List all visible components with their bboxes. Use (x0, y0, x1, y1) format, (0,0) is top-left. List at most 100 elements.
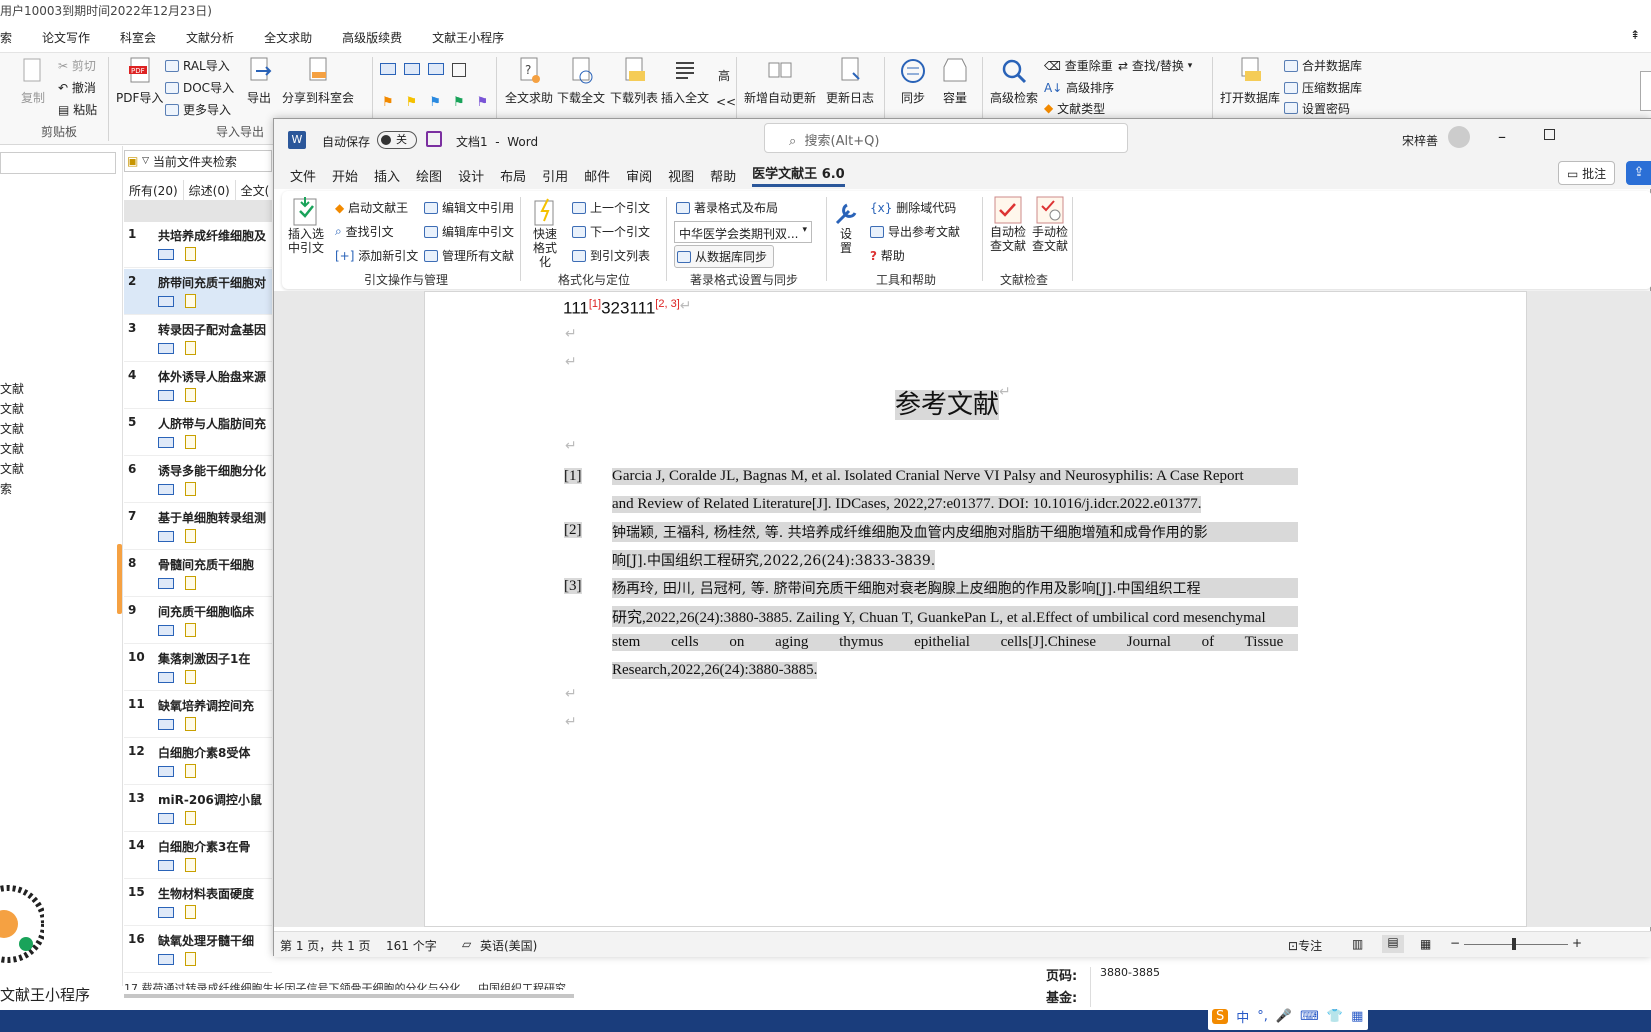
export-button[interactable]: 导出 (244, 57, 274, 106)
list-item[interactable]: 4 体外诱导人胎盘来源 (124, 363, 272, 409)
menu-item[interactable]: 论文写作 (42, 29, 90, 46)
fulltext-help-button[interactable]: ? 全文求助 (505, 57, 553, 106)
document-icon[interactable] (185, 294, 196, 308)
envelope-icon[interactable] (158, 954, 174, 965)
list-item[interactable]: 14 白细胞介素3在骨 (124, 833, 272, 879)
flag-icon[interactable]: ⚑ (382, 95, 394, 110)
envelope-icon[interactable] (404, 63, 420, 75)
manage-all-button[interactable]: 管理所有文献 (424, 247, 514, 264)
tab-medlit[interactable]: 医学文献王 6.0 (752, 163, 845, 187)
list-item[interactable]: 10 集落刺激因子1在 (124, 645, 272, 691)
delete-field-button[interactable]: {x} 删除域代码 (870, 199, 956, 216)
start-wxw-button[interactable]: ◆ 启动文献王 (335, 199, 408, 216)
nav-item[interactable]: 文献 (0, 420, 24, 437)
grid-icon[interactable] (452, 63, 466, 77)
horizontal-scrollbar[interactable] (124, 994, 574, 998)
document-icon[interactable] (185, 952, 196, 966)
envelope-icon[interactable] (158, 578, 174, 589)
download-fulltext-button[interactable]: 下载全文 (557, 57, 605, 106)
settings-button[interactable]: 设置 (834, 199, 858, 255)
flag-icon[interactable]: ⚑ (477, 95, 489, 110)
filter-tab-review[interactable]: 综述(0) (184, 180, 236, 201)
find-replace-button[interactable]: ⇄ 查找/替换 ▾ (1118, 57, 1192, 74)
prev-cite-button[interactable]: 上一个引文 (572, 199, 650, 216)
scroll-indicator[interactable] (117, 544, 122, 614)
download-list-button[interactable]: 下载列表 (610, 57, 658, 106)
list-item[interactable]: 5 人脐带与人脂肪间充 (124, 410, 272, 456)
maximize-button[interactable] (1544, 129, 1555, 140)
zoom-slider-thumb[interactable] (1512, 938, 1516, 950)
auto-update-button[interactable]: 新增自动更新 (744, 57, 816, 106)
punct-icon[interactable]: °, (1257, 1009, 1268, 1024)
filter-tab-fulltext[interactable]: 全文( (236, 180, 276, 201)
nav-item[interactable]: 文献 (0, 400, 24, 417)
document-icon[interactable] (185, 717, 196, 731)
tab-layout[interactable]: 布局 (500, 166, 526, 185)
merge-db-button[interactable]: 合并数据库 (1284, 57, 1362, 74)
share-dept-button[interactable]: 分享到科室会 (282, 57, 354, 106)
nav-item[interactable]: 文献 (0, 460, 24, 477)
menu-item[interactable]: 全文求助 (264, 29, 312, 46)
list-item[interactable]: 11 缺氧培养调控间充 (124, 692, 272, 738)
envelope-icon[interactable] (158, 343, 174, 354)
envelope-icon[interactable] (158, 296, 174, 307)
sync-from-db-button[interactable]: 从数据库同步 (674, 245, 775, 268)
apps-icon[interactable]: ▦ (1351, 1009, 1363, 1024)
collapse-arrows[interactable]: << (716, 95, 736, 109)
pdf-import-button[interactable]: PDF PDF导入 (116, 57, 163, 106)
folder-filter-select[interactable]: ▣ ▽ 当前文件夹检索 (124, 150, 272, 172)
document-icon[interactable] (185, 623, 196, 637)
flag-icon[interactable]: ⚑ (406, 95, 418, 110)
web-layout-icon[interactable]: ▦ (1420, 937, 1431, 951)
nav-item[interactable]: 索 (0, 480, 12, 497)
nav-item[interactable]: 文献 (0, 440, 24, 457)
keyboard-icon[interactable]: ⌨ (1300, 1009, 1319, 1024)
edit-doc-cite-button[interactable]: 编辑文中引用 (424, 199, 514, 216)
open-database-button[interactable]: 打开数据库 (1220, 57, 1280, 106)
export-refs-button[interactable]: 导出参考文献 (870, 223, 960, 240)
document-icon[interactable] (185, 905, 196, 919)
envelope-icon[interactable] (158, 813, 174, 824)
proofing-icon[interactable]: ▱ (462, 937, 471, 951)
format-layout-button[interactable]: 著录格式及布局 (676, 199, 778, 216)
tab-mailings[interactable]: 邮件 (584, 166, 610, 185)
envelope-icon[interactable] (158, 907, 174, 918)
flag-icon[interactable]: ⚑ (429, 95, 441, 110)
language[interactable]: 英语(美国) (480, 937, 537, 954)
envelope-icon[interactable] (158, 672, 174, 683)
help-button[interactable]: ? 帮助 (870, 247, 905, 264)
envelope-icon[interactable] (158, 766, 174, 777)
zoom-slider[interactable] (1464, 944, 1568, 945)
save-icon[interactable] (426, 131, 442, 147)
word-count[interactable]: 161 个字 (386, 937, 437, 954)
document-icon[interactable] (185, 247, 196, 261)
document-icon[interactable] (185, 388, 196, 402)
page-count[interactable]: 第 1 页，共 1 页 (280, 937, 371, 954)
collapse-ribbon-icon[interactable]: ⇞ (1630, 28, 1640, 42)
list-item[interactable]: 15 生物材料表面硬度 (124, 880, 272, 926)
filter-tab-all[interactable]: 所有(20) (124, 180, 184, 201)
nav-item[interactable]: 文献 (0, 380, 24, 397)
envelope-icon[interactable] (158, 860, 174, 871)
document-page[interactable]: 111[1]323111[2, 3] ↵ ↵ ↵ 参考文献 ↵ ↵ [1] Garc… (424, 291, 1527, 927)
menu-item[interactable]: 高级版续费 (342, 29, 402, 46)
flag-icon[interactable]: ⚑ (453, 95, 465, 110)
sync-button[interactable]: 同步 (898, 57, 928, 106)
avatar[interactable] (1448, 126, 1470, 148)
minimize-button[interactable]: – (1498, 127, 1506, 146)
document-icon[interactable] (185, 764, 196, 778)
ime-lang[interactable]: 中 (1236, 1007, 1249, 1026)
search-box[interactable]: ⌕ 搜索(Alt+Q) (764, 123, 1128, 153)
envelope-icon[interactable] (158, 249, 174, 260)
auto-check-button[interactable]: 自动检查文献 (988, 195, 1028, 253)
compress-db-button[interactable]: 压缩数据库 (1284, 79, 1362, 96)
document-icon[interactable] (185, 529, 196, 543)
style-select[interactable]: 中华医学会类期刊双... ▾ (674, 221, 812, 243)
citation-1[interactable]: [1] (589, 298, 601, 310)
list-item[interactable]: 3 转录因子配对盒基因 (124, 316, 272, 362)
zoom-in-button[interactable]: + (1572, 936, 1582, 950)
share-button[interactable]: ⇪ (1626, 161, 1651, 185)
envelope-icon[interactable] (158, 625, 174, 636)
envelope-icon[interactable] (158, 390, 174, 401)
tab-references[interactable]: 引用 (542, 166, 568, 185)
